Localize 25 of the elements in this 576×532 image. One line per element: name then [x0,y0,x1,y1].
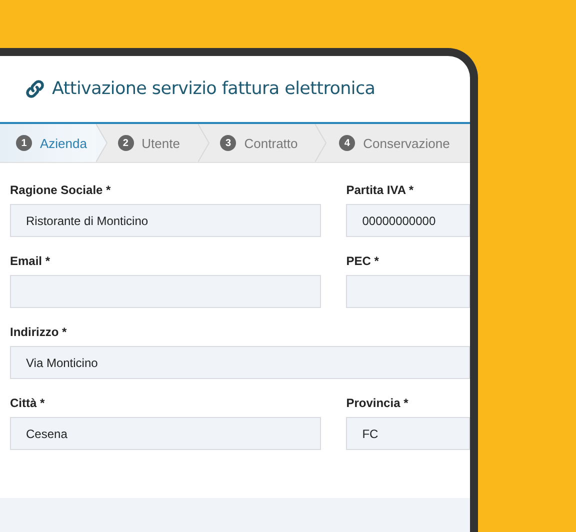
field-label: Città * [10,396,46,410]
input-field[interactable]: Cesena [10,417,322,450]
step-number: 1 [16,135,32,151]
input-field[interactable]: Ristorante di Monticino [10,204,322,237]
input-field[interactable]: FC [346,417,470,450]
step-tab[interactable]: 3 Contratto [210,124,316,162]
step-number: 3 [220,135,236,151]
field-label: Ragione Sociale * [10,183,112,197]
step-tab[interactable]: 1 Azienda [0,124,96,162]
input-field[interactable]: Via Monticino [10,346,470,379]
field-label: Partita IVA * [346,183,415,197]
input-field[interactable] [346,275,470,308]
chevron-icon [96,124,108,162]
field-label: Email * [10,254,52,268]
step-tab[interactable]: 4 Conservazione [327,124,470,162]
input-field[interactable] [10,275,322,308]
step-number: 2 [118,135,134,151]
link-icon [24,78,46,100]
page-title: Attivazione servizio fattura elettronica [52,79,376,99]
field-label: PEC * [346,254,380,268]
step-tab[interactable]: 2 Utente [108,124,198,162]
step-number: 4 [339,135,356,151]
field-label: Provincia * [346,396,410,410]
input-field[interactable]: 00000000000 [346,204,470,237]
field-label: Indirizzo * [10,325,68,339]
